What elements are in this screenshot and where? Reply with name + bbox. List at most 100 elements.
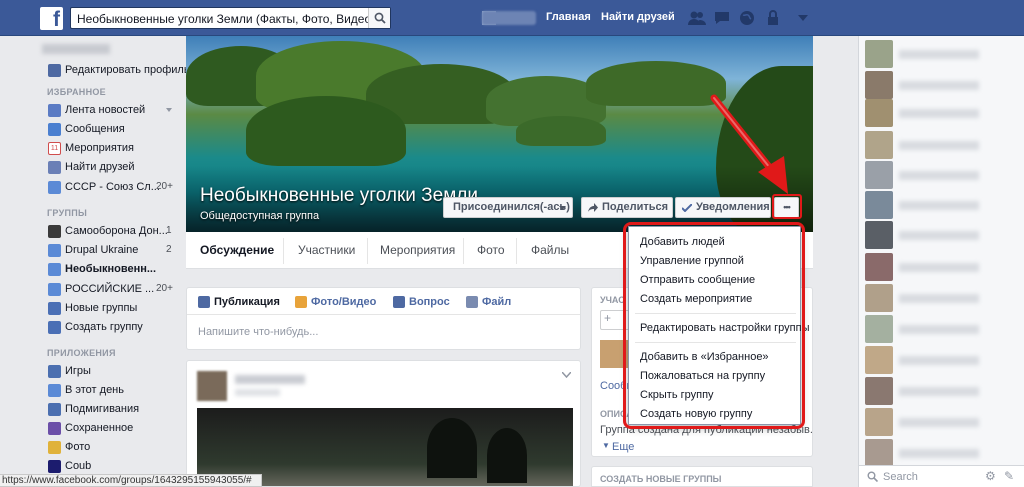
calendar-icon: 11 bbox=[48, 142, 61, 155]
post-composer: Публикация Фото/Видео Вопрос Файл Напиши… bbox=[186, 287, 581, 350]
chevron-down-icon bbox=[559, 206, 566, 210]
coub-icon bbox=[48, 460, 61, 473]
poke-icon bbox=[48, 403, 61, 416]
search-box[interactable]: Необыкновенные уголки Земли (Факты, Фото… bbox=[70, 7, 391, 29]
chevron-down-icon: ▼ bbox=[602, 441, 610, 450]
avatar[interactable] bbox=[865, 408, 893, 436]
chevron-down-icon[interactable] bbox=[166, 108, 172, 112]
chat-search-bar[interactable]: Search ⚙ ✎ bbox=[859, 465, 1024, 487]
avatar[interactable] bbox=[865, 253, 893, 281]
profile-name[interactable] bbox=[42, 44, 110, 54]
search-icon bbox=[374, 12, 386, 24]
account-menu-chevron-down-icon[interactable] bbox=[798, 13, 808, 23]
find-friends-link[interactable]: Найти друзей bbox=[601, 11, 675, 23]
avatar[interactable] bbox=[865, 99, 893, 127]
notification-count: 20+ bbox=[156, 283, 173, 294]
tab-members[interactable]: Участники bbox=[298, 243, 355, 257]
tab-discussion[interactable]: Обсуждение bbox=[200, 243, 274, 257]
photo-icon bbox=[295, 296, 307, 308]
messages-icon bbox=[48, 123, 61, 136]
group-icon bbox=[48, 181, 61, 194]
chat-contact-name[interactable] bbox=[899, 325, 979, 334]
see-more-link[interactable]: ▼ Еще bbox=[602, 441, 634, 453]
chat-contact-name[interactable] bbox=[899, 387, 979, 396]
facebook-logo-icon[interactable]: f bbox=[40, 7, 63, 30]
group-privacy-label: Общедоступная группа bbox=[200, 210, 320, 222]
new-groups-icon bbox=[48, 302, 61, 315]
chat-contact-name[interactable] bbox=[899, 418, 979, 427]
avatar[interactable] bbox=[197, 371, 227, 401]
share-arrow-icon bbox=[588, 203, 598, 212]
chat-contact-name[interactable] bbox=[899, 356, 979, 365]
create-group-icon bbox=[48, 321, 61, 334]
group-icon bbox=[48, 283, 61, 296]
create-groups-box: СОЗДАТЬ НОВЫЕ ГРУППЫ bbox=[591, 466, 813, 487]
photos-icon bbox=[48, 441, 61, 454]
question-list-icon bbox=[393, 296, 405, 308]
chat-contact-name[interactable] bbox=[899, 201, 979, 210]
share-button[interactable]: Поделиться bbox=[581, 197, 673, 218]
chat-contact-name[interactable] bbox=[899, 141, 979, 150]
pencil-icon bbox=[48, 64, 61, 77]
post-options-chevron-down-icon[interactable] bbox=[562, 372, 571, 378]
post-timestamp[interactable] bbox=[235, 389, 280, 396]
notification-count: 1 bbox=[166, 225, 172, 236]
find-friends-icon bbox=[48, 161, 61, 174]
notifications-button[interactable]: Уведомления bbox=[675, 197, 771, 218]
chat-new-message-icon[interactable]: ✎ bbox=[1004, 469, 1014, 483]
notification-count: 2 bbox=[166, 244, 172, 255]
news-feed-icon bbox=[48, 104, 61, 117]
groups-header: ГРУППЫ bbox=[47, 208, 88, 218]
chat-contact-name[interactable] bbox=[899, 449, 979, 458]
avatar[interactable] bbox=[865, 131, 893, 159]
composer-input[interactable]: Напишите что-нибудь... bbox=[198, 326, 318, 338]
chat-contact-name[interactable] bbox=[899, 171, 979, 180]
chat-contact-name[interactable] bbox=[899, 294, 979, 303]
chat-contact-name[interactable] bbox=[899, 50, 979, 59]
search-icon bbox=[867, 471, 878, 482]
avatar[interactable] bbox=[865, 221, 893, 249]
avatar[interactable] bbox=[865, 315, 893, 343]
post-author-name[interactable] bbox=[235, 375, 305, 384]
avatar[interactable] bbox=[865, 191, 893, 219]
chat-contact-name[interactable] bbox=[899, 81, 979, 90]
games-icon bbox=[48, 365, 61, 378]
joined-button[interactable]: Присоединился(-ась) bbox=[443, 197, 573, 218]
tab-files[interactable]: Файлы bbox=[531, 243, 569, 257]
avatar[interactable] bbox=[865, 284, 893, 312]
search-button[interactable] bbox=[368, 8, 390, 28]
chat-contact-name[interactable] bbox=[899, 263, 979, 272]
tab-events[interactable]: Мероприятия bbox=[380, 243, 455, 257]
top-bar: f Необыкновенные уголки Земли (Факты, Фо… bbox=[0, 0, 1024, 36]
chat-search-input[interactable]: Search bbox=[883, 471, 918, 483]
apps-header: ПРИЛОЖЕНИЯ bbox=[47, 348, 116, 358]
chat-sidebar: Search ⚙ ✎ bbox=[858, 36, 1024, 487]
favorites-header: ИЗБРАННОЕ bbox=[47, 87, 106, 97]
chat-contact-name[interactable] bbox=[899, 109, 979, 118]
on-this-day-icon bbox=[48, 384, 61, 397]
avatar[interactable] bbox=[865, 40, 893, 68]
avatar[interactable] bbox=[865, 161, 893, 189]
home-link[interactable]: Главная bbox=[546, 11, 591, 23]
avatar[interactable] bbox=[865, 377, 893, 405]
privacy-lock-icon[interactable] bbox=[765, 9, 783, 27]
browser-status-url: https://www.facebook.com/groups/16432951… bbox=[0, 474, 262, 487]
search-input[interactable]: Необыкновенные уголки Земли (Факты, Фото… bbox=[77, 12, 379, 26]
profile-name-link[interactable] bbox=[482, 11, 536, 25]
menu-highlight-box bbox=[623, 222, 805, 429]
notifications-globe-icon[interactable] bbox=[738, 9, 756, 27]
feed-post bbox=[186, 360, 581, 487]
chat-contact-name[interactable] bbox=[899, 231, 979, 240]
avatar[interactable] bbox=[865, 439, 893, 467]
messages-icon[interactable] bbox=[713, 9, 731, 27]
notification-count: 20+ bbox=[156, 181, 173, 192]
group-icon bbox=[48, 244, 61, 257]
tab-photos[interactable]: Фото bbox=[477, 243, 505, 257]
bookmark-icon bbox=[48, 422, 61, 435]
group-title[interactable]: Необыкновенные уголки Земли bbox=[200, 185, 478, 207]
chat-settings-gear-icon[interactable]: ⚙ bbox=[985, 469, 996, 483]
pencil-icon bbox=[198, 296, 210, 308]
avatar[interactable] bbox=[865, 71, 893, 99]
avatar[interactable] bbox=[865, 346, 893, 374]
friend-requests-icon[interactable] bbox=[688, 9, 706, 27]
